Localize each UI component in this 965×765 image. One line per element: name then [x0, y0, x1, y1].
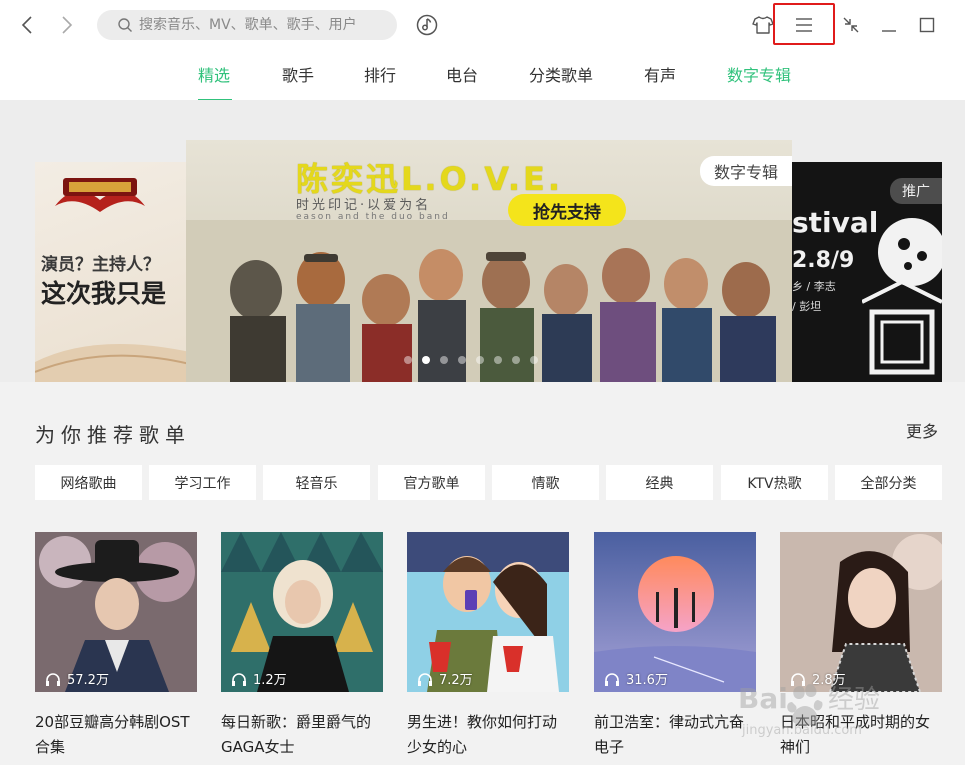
carousel-dot[interactable] [458, 356, 466, 364]
tshirt-icon [752, 16, 774, 34]
banner-left-line1: 演员？主持人？ [41, 255, 160, 275]
play-count: 2.8万 [790, 669, 846, 688]
filter-tag[interactable]: KTV热歌 [721, 465, 828, 500]
playlist-cover [407, 532, 569, 692]
show-logo-image [55, 178, 145, 212]
play-count-value: 1.2万 [253, 673, 287, 688]
playlist-grid: 57.2万 20部豆瓣高分韩剧OST合集 1.2万 每日新歌：爵里爵气的GAGA… [35, 532, 942, 765]
headphones-icon [232, 672, 246, 686]
search-icon [118, 18, 132, 32]
maximize-icon [919, 17, 935, 33]
digital-album-badge: 数字专辑 [699, 156, 792, 186]
banner-right-slide[interactable]: 推广 stival 2.8/9 乡 / 李志 / 彭坦 [792, 162, 942, 382]
playlist-cover [594, 532, 756, 692]
actress-portrait-image [780, 532, 942, 692]
filter-tag[interactable]: 学习工作 [149, 465, 256, 500]
category-filters: 网络歌曲 学习工作 轻音乐 官方歌单 情歌 经典 KTV热歌 全部分类 [35, 465, 942, 500]
minimize-button[interactable] [874, 10, 904, 40]
tab-radio[interactable]: 电台 [446, 62, 478, 86]
preorder-button[interactable]: 抢先支持 [508, 194, 626, 226]
tab-digital-albums[interactable]: 数字专辑 [727, 62, 791, 86]
banner-main-slide[interactable]: 陈奕迅L.O.V.E. 时光印记·以爱为名 eason and the duo … [186, 140, 792, 382]
play-count-value: 31.6万 [626, 673, 668, 688]
banner-left-line2: 这次我只是 [41, 279, 167, 308]
search-box[interactable] [97, 10, 397, 40]
minimize-icon [882, 30, 896, 32]
playlist-cover [780, 532, 942, 692]
playlist-title[interactable]: 日本昭和平成时期的女神们 [780, 710, 942, 760]
top-bar: 精选 歌手 排行 电台 分类歌单 有声 数字专辑 [0, 0, 965, 101]
singer-portrait-image [221, 532, 383, 692]
tab-playlist-categories[interactable]: 分类歌单 [529, 62, 593, 86]
more-link[interactable]: 更多 [906, 418, 938, 442]
playlist-title[interactable]: 20部豆瓣高分韩剧OST合集 [35, 710, 197, 760]
playlist-title[interactable]: 男生进！教你如何打动少女的心 [407, 710, 569, 760]
carousel-dot[interactable] [404, 356, 412, 364]
filter-tag-all[interactable]: 全部分类 [835, 465, 942, 500]
filter-tag[interactable]: 官方歌单 [378, 465, 485, 500]
carousel-dot[interactable] [512, 356, 520, 364]
play-count-value: 7.2万 [439, 673, 473, 688]
filter-tag[interactable]: 情歌 [492, 465, 599, 500]
banner-right-artists-2: / 彭坦 [792, 300, 822, 313]
compress-icon [843, 17, 859, 33]
search-input[interactable] [139, 17, 379, 33]
main-menu-button[interactable] [789, 10, 819, 40]
banner-carousel: 演员？主持人？ 这次我只是 推广 stival 2.8/9 乡 / 李志 / 彭… [0, 100, 965, 382]
banner-main-subtitle: 时光印记·以爱为名 [296, 198, 432, 213]
chevron-left-icon [21, 16, 32, 34]
music-recognition-icon[interactable] [414, 12, 440, 38]
play-count-value: 57.2万 [67, 673, 109, 688]
headphones-icon [46, 672, 60, 686]
tab-featured[interactable]: 精选 [198, 62, 230, 86]
promo-badge: 推广 [890, 178, 942, 204]
playlist-title[interactable]: 前卫浩室：律动式亢奋电子 [594, 710, 756, 760]
tab-audiobooks[interactable]: 有声 [644, 62, 676, 86]
banner-right-artists-1: 乡 / 李志 [792, 280, 836, 293]
playlist-card[interactable]: 2.8万 日本昭和平成时期的女神们 [780, 532, 942, 765]
headphones-icon [605, 672, 619, 686]
playlist-card[interactable]: 7.2万 男生进！教你如何打动少女的心 [407, 532, 569, 765]
couple-illustration-image [407, 532, 569, 692]
playlist-title[interactable]: 每日新歌：爵里爵气的GAGA女士 [221, 710, 383, 760]
carousel-dots [404, 356, 538, 364]
playlist-cover [221, 532, 383, 692]
mini-mode-button[interactable] [836, 10, 866, 40]
banner-right-headline: stival [792, 206, 879, 239]
playlist-card[interactable]: 1.2万 每日新歌：爵里爵气的GAGA女士 [221, 532, 383, 765]
play-count: 7.2万 [417, 669, 473, 688]
forward-button[interactable] [55, 12, 79, 38]
back-button[interactable] [15, 12, 39, 38]
carousel-dot[interactable] [476, 356, 484, 364]
filter-tag[interactable]: 经典 [606, 465, 713, 500]
play-count: 31.6万 [604, 669, 668, 688]
play-count-value: 2.8万 [812, 673, 846, 688]
playlist-card[interactable]: 31.6万 前卫浩室：律动式亢奋电子 [594, 532, 756, 765]
tab-singers[interactable]: 歌手 [282, 62, 314, 86]
menu-icon [796, 18, 812, 32]
headphones-icon [791, 672, 805, 686]
maximize-button[interactable] [912, 10, 942, 40]
drama-portrait-image [35, 532, 197, 692]
retro-sunset-image [594, 532, 756, 692]
chevron-right-icon [62, 16, 73, 34]
banner-left-decoration [35, 344, 190, 382]
banner-right-date: 2.8/9 [792, 248, 855, 273]
carousel-dot[interactable] [440, 356, 448, 364]
play-count: 1.2万 [231, 669, 287, 688]
carousel-dot[interactable] [530, 356, 538, 364]
banner-left-slide[interactable]: 演员？主持人？ 这次我只是 [35, 162, 190, 382]
filter-tag[interactable]: 轻音乐 [263, 465, 370, 500]
filter-tag[interactable]: 网络歌曲 [35, 465, 142, 500]
playlist-cover [35, 532, 197, 692]
carousel-dot[interactable] [494, 356, 502, 364]
tab-charts[interactable]: 排行 [364, 62, 396, 86]
play-count: 57.2万 [45, 669, 109, 688]
carousel-dot-active[interactable] [422, 356, 430, 364]
playlist-card[interactable]: 57.2万 20部豆瓣高分韩剧OST合集 [35, 532, 197, 765]
headphones-icon [418, 672, 432, 686]
banner-main-subtitle-en: eason and the duo band [296, 212, 450, 222]
main-tabs: 精选 歌手 排行 电台 分类歌单 有声 数字专辑 [0, 62, 965, 101]
section-title: 为你推荐歌单 [35, 423, 191, 447]
